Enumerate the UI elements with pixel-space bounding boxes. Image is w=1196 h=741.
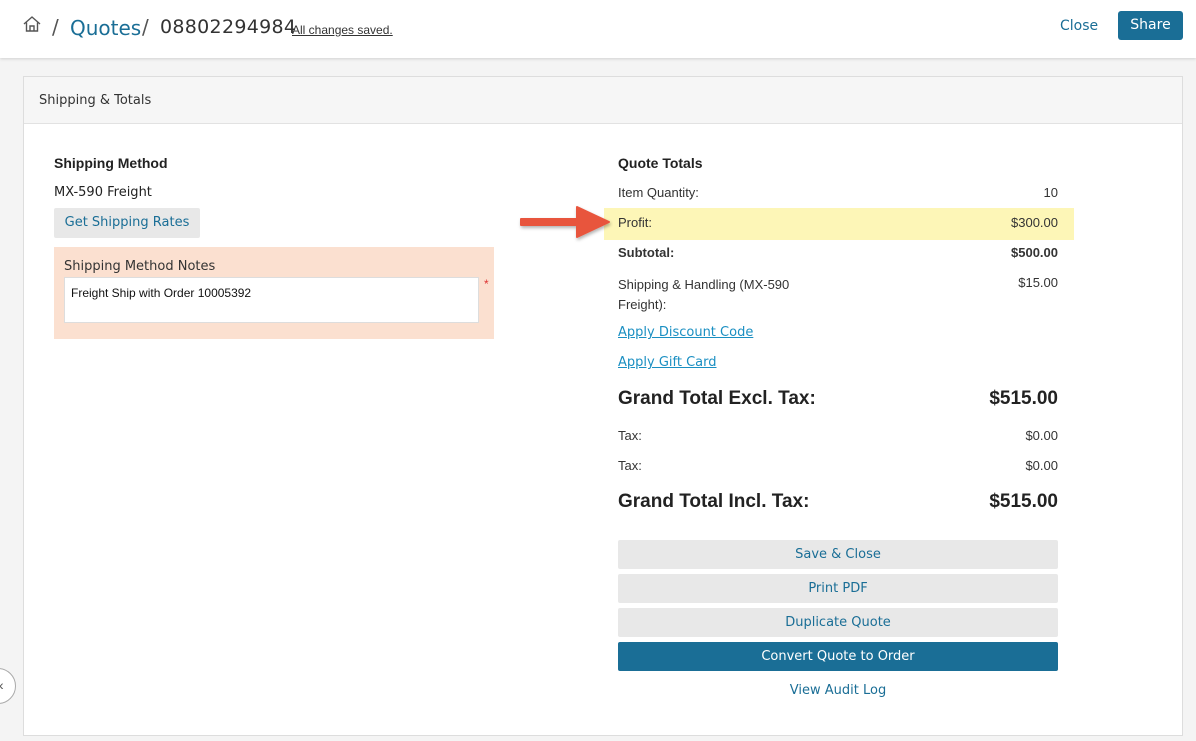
shipping-method-title: Shipping Method bbox=[54, 155, 168, 171]
grand-total-incl-label: Grand Total Incl. Tax: bbox=[618, 491, 810, 512]
shipping-handling-label-line2: Freight): bbox=[618, 297, 667, 312]
breadcrumb-separator: / bbox=[142, 15, 149, 39]
save-close-button[interactable]: Save & Close bbox=[618, 540, 1058, 569]
subtotal-value: $500.00 bbox=[1011, 245, 1058, 260]
grand-total-incl-value: $515.00 bbox=[989, 491, 1058, 512]
shipping-handling-row: Shipping & Handling (MX-590 Freight): $1… bbox=[618, 275, 1058, 315]
tax-label: Tax: bbox=[618, 458, 642, 473]
shipping-totals-panel: Shipping & Totals Shipping Method MX-590… bbox=[23, 76, 1183, 736]
chevron-left-icon: ‹ bbox=[0, 677, 4, 693]
share-button[interactable]: Share bbox=[1118, 11, 1183, 40]
panel-title: Shipping & Totals bbox=[24, 77, 1182, 124]
item-quantity-value: 10 bbox=[1043, 185, 1058, 200]
print-pdf-button[interactable]: Print PDF bbox=[618, 574, 1058, 603]
annotation-arrow bbox=[520, 206, 610, 238]
view-audit-log-link[interactable]: View Audit Log bbox=[618, 683, 1058, 698]
breadcrumb-separator: / bbox=[52, 15, 59, 39]
quote-id: 08802294984 bbox=[160, 16, 297, 38]
close-button[interactable]: Close bbox=[1060, 18, 1098, 34]
shipping-method-value: MX-590 Freight bbox=[54, 185, 152, 200]
home-icon[interactable] bbox=[22, 14, 42, 34]
breadcrumb-quotes-link[interactable]: Quotes bbox=[70, 16, 141, 40]
profit-highlight bbox=[604, 208, 1074, 240]
tax-value: $0.00 bbox=[1025, 458, 1058, 473]
shipping-notes-input[interactable]: Freight Ship with Order 10005392 bbox=[64, 277, 479, 323]
save-status: All changes saved. bbox=[292, 23, 393, 37]
convert-quote-to-order-button[interactable]: Convert Quote to Order bbox=[618, 642, 1058, 671]
duplicate-quote-button[interactable]: Duplicate Quote bbox=[618, 608, 1058, 637]
get-shipping-rates-button[interactable]: Get Shipping Rates bbox=[54, 208, 200, 238]
tax-label: Tax: bbox=[618, 428, 642, 443]
sidebar-toggle[interactable]: ‹ bbox=[0, 668, 16, 704]
subtotal-label: Subtotal: bbox=[618, 245, 675, 260]
profit-label: Profit: bbox=[618, 215, 652, 230]
shipping-notes-label: Shipping Method Notes bbox=[64, 259, 216, 274]
item-quantity-label: Item Quantity: bbox=[618, 185, 699, 200]
apply-discount-code-link[interactable]: Apply Discount Code bbox=[618, 325, 753, 340]
apply-gift-card-link[interactable]: Apply Gift Card bbox=[618, 355, 717, 370]
quote-totals-title: Quote Totals bbox=[618, 155, 703, 171]
shipping-handling-label-line1: Shipping & Handling (MX-590 bbox=[618, 277, 790, 292]
shipping-handling-label: Shipping & Handling (MX-590 Freight): bbox=[618, 275, 789, 315]
tax-value: $0.00 bbox=[1025, 428, 1058, 443]
top-bar: / Quotes / 08802294984 All changes saved… bbox=[0, 0, 1196, 58]
grand-total-excl-value: $515.00 bbox=[989, 388, 1058, 409]
profit-value: $300.00 bbox=[1011, 215, 1058, 230]
grand-total-excl-label: Grand Total Excl. Tax: bbox=[618, 388, 816, 409]
required-indicator: * bbox=[484, 277, 489, 291]
shipping-notes-section: Shipping Method Notes Freight Ship with … bbox=[54, 247, 494, 339]
shipping-handling-value: $15.00 bbox=[1018, 275, 1058, 290]
